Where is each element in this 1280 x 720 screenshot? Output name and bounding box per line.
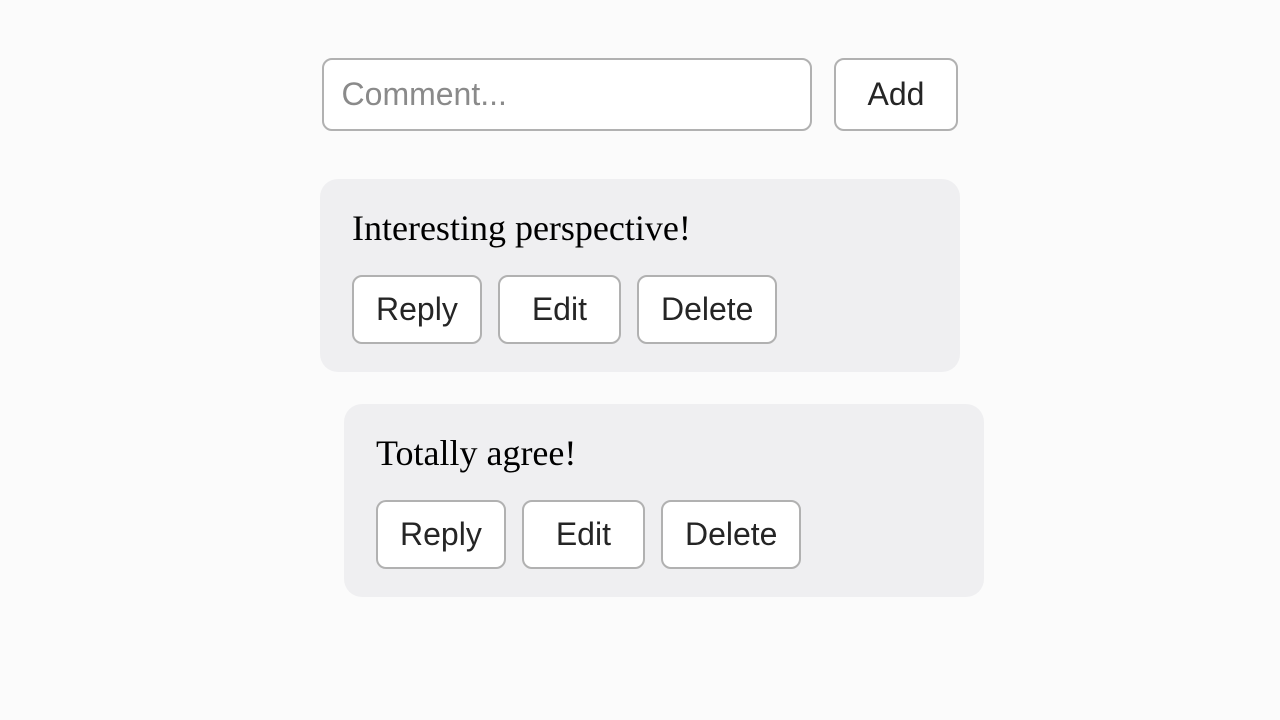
comment-actions: Reply Edit Delete (376, 500, 952, 569)
comment-card: Totally agree! Reply Edit Delete (344, 404, 984, 597)
delete-button[interactable]: Delete (637, 275, 778, 344)
reply-button[interactable]: Reply (352, 275, 482, 344)
comment-card: Interesting perspective! Reply Edit Dele… (320, 179, 960, 372)
add-button[interactable]: Add (834, 58, 959, 131)
edit-button[interactable]: Edit (522, 500, 645, 569)
delete-button[interactable]: Delete (661, 500, 802, 569)
reply-button[interactable]: Reply (376, 500, 506, 569)
comment-actions: Reply Edit Delete (352, 275, 928, 344)
edit-button[interactable]: Edit (498, 275, 621, 344)
app-root: Add Interesting perspective! Reply Edit … (0, 0, 1280, 629)
composer: Add (322, 58, 959, 131)
comment-input[interactable] (322, 58, 812, 131)
comment-text: Interesting perspective! (352, 207, 928, 249)
comment-text: Totally agree! (376, 432, 952, 474)
